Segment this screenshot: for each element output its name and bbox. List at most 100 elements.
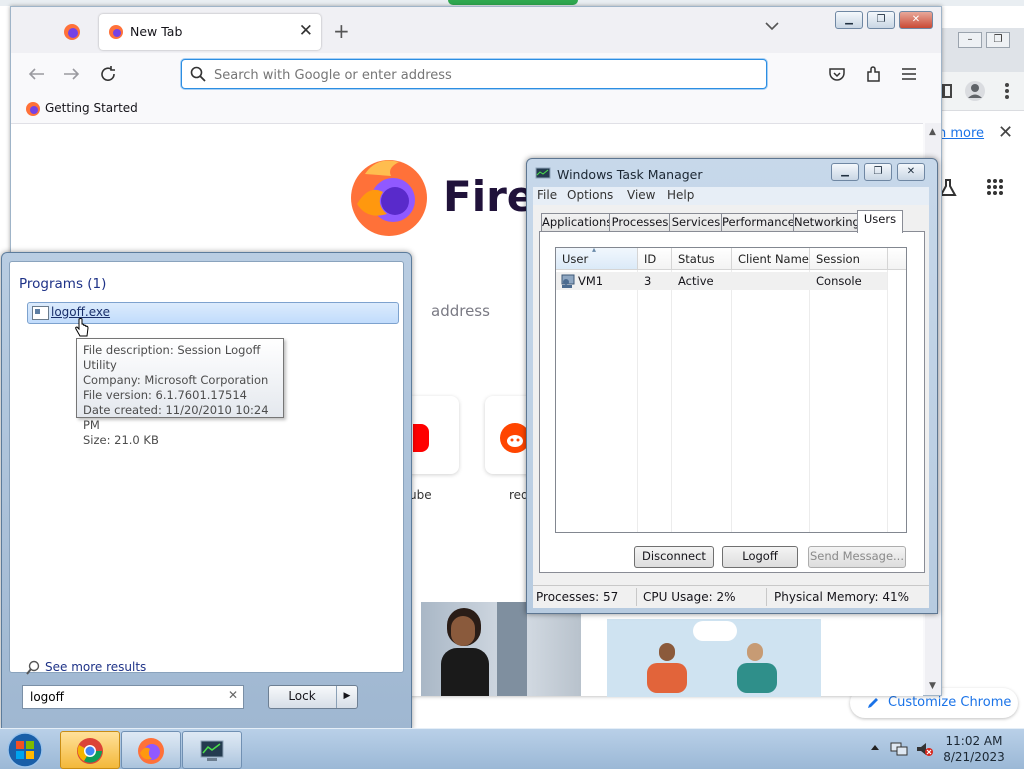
column-divider: [637, 270, 638, 532]
chevron-down-icon[interactable]: [765, 21, 779, 31]
address-bar[interactable]: [181, 59, 767, 89]
customize-chrome-label: Customize Chrome: [888, 695, 1012, 710]
menu-view[interactable]: View: [627, 188, 655, 202]
chrome-maximize-button[interactable]: ❐: [986, 32, 1010, 48]
window-title: Windows Task Manager: [557, 167, 703, 182]
pinned-tab[interactable]: [47, 15, 97, 49]
shutdown-options-arrow-icon[interactable]: ▶: [336, 686, 357, 708]
file-tooltip: File description: Session Logoff Utility…: [76, 338, 284, 447]
menu-file[interactable]: File: [537, 188, 557, 202]
extensions-puzzle-icon[interactable]: [865, 65, 883, 83]
task-manager-icon: [535, 167, 551, 179]
disconnect-button[interactable]: Disconnect: [634, 546, 714, 568]
task-manager-window-controls: ▁ ❐ ✕: [831, 163, 931, 181]
tab-performance[interactable]: Performance: [721, 213, 795, 232]
start-search-box[interactable]: ✕: [22, 685, 244, 709]
users-list[interactable]: User ▴ ID Status Client Name Session VM1…: [555, 247, 907, 533]
status-processes: Processes: 57: [536, 590, 619, 604]
logoff-button[interactable]: Logoff: [722, 546, 798, 568]
taskbar-chrome-button[interactable]: [60, 731, 120, 769]
results-heading: Programs (1): [19, 276, 107, 292]
firefox-logo-icon: [64, 24, 80, 40]
see-more-label: See more results: [45, 660, 147, 674]
start-button[interactable]: [5, 731, 45, 769]
story-image[interactable]: [607, 619, 821, 697]
learn-more-link[interactable]: n more: [938, 126, 984, 141]
column-id[interactable]: ID: [638, 248, 672, 270]
forward-arrow-icon[interactable]: [63, 67, 81, 81]
menu-bar: File Options View Help: [533, 187, 929, 205]
back-arrow-icon[interactable]: [27, 67, 45, 81]
status-divider: [766, 588, 767, 606]
profile-avatar-icon[interactable]: [964, 80, 986, 102]
cell-id: 3: [644, 274, 652, 288]
bookmarks-toolbar: Getting Started: [11, 99, 941, 123]
column-divider: [809, 270, 810, 532]
close-tab-icon[interactable]: ✕: [299, 21, 313, 41]
menu-options[interactable]: Options: [567, 188, 613, 202]
cell-status: Active: [678, 274, 714, 288]
firefox-icon: [138, 738, 164, 764]
close-window-button[interactable]: ✕: [899, 11, 933, 29]
menu-help[interactable]: Help: [667, 188, 694, 202]
taskbar: 11:02 AM 8/21/2023: [0, 728, 1024, 769]
story-image[interactable]: [421, 602, 581, 696]
chrome-minimize-button[interactable]: –: [958, 32, 982, 48]
firefox-logo-icon: [109, 25, 123, 39]
firefox-logo-icon: [26, 102, 40, 116]
hamburger-menu-icon[interactable]: [901, 67, 917, 81]
pocket-icon[interactable]: [829, 67, 845, 81]
tooltip-line: Date created: 11/20/2010 10:24 PM: [83, 403, 269, 432]
column-session[interactable]: Session: [810, 248, 888, 270]
chrome-titlebar: – ❐: [938, 28, 1024, 72]
status-cpu: CPU Usage: 2%: [643, 590, 736, 604]
show-hidden-icons-arrow[interactable]: [870, 743, 880, 751]
chrome-icon: [77, 738, 103, 764]
column-user[interactable]: User ▴: [556, 248, 638, 270]
taskbar-firefox-button[interactable]: [121, 731, 181, 769]
table-row[interactable]: VM1 3 Active Console: [556, 272, 887, 290]
clear-search-icon[interactable]: ✕: [228, 688, 238, 702]
bookmark-getting-started[interactable]: Getting Started: [25, 101, 138, 117]
send-message-button: Send Message...: [808, 546, 906, 568]
close-icon[interactable]: ✕: [998, 122, 1013, 143]
start-search-input[interactable]: [28, 688, 222, 706]
tab-services[interactable]: Services: [669, 213, 723, 232]
minimize-button[interactable]: ▁: [831, 163, 859, 181]
cell-session: Console: [816, 274, 862, 288]
hand-cursor-icon: [75, 318, 89, 337]
restore-button[interactable]: ❐: [867, 11, 895, 29]
chrome-menu-icon[interactable]: [1004, 82, 1010, 100]
tab-new-tab[interactable]: New Tab ✕: [99, 14, 321, 50]
tab-users[interactable]: Users: [857, 210, 903, 233]
address-input[interactable]: [212, 63, 756, 87]
result-label[interactable]: logoff.exe: [51, 305, 110, 319]
taskbar-clock[interactable]: 11:02 AM 8/21/2023: [942, 733, 1006, 765]
taskbar-task-manager-button[interactable]: [182, 731, 242, 769]
network-icon[interactable]: [890, 741, 908, 757]
start-menu-results: Programs (1) logoff.exe File description…: [9, 261, 404, 676]
users-panel: User ▴ ID Status Client Name Session VM1…: [539, 231, 925, 573]
task-manager-body: Applications Processes Services Performa…: [533, 205, 929, 608]
search-box-hint[interactable]: address: [431, 302, 490, 320]
tab-applications[interactable]: Applications: [541, 213, 612, 232]
reload-icon[interactable]: [99, 65, 117, 83]
column-status[interactable]: Status: [672, 248, 732, 270]
google-apps-icon[interactable]: [986, 178, 1004, 196]
status-bar: Processes: 57 CPU Usage: 2% Physical Mem…: [533, 585, 929, 608]
column-divider: [671, 270, 672, 532]
tooltip-line: File description: Session Logoff Utility: [83, 343, 261, 372]
tooltip-line: Company: Microsoft Corporation: [83, 373, 269, 387]
close-window-button[interactable]: ✕: [897, 163, 925, 181]
maximize-button[interactable]: ❐: [864, 163, 892, 181]
see-more-results-link[interactable]: See more results: [25, 660, 146, 676]
minimize-button[interactable]: ▁: [835, 11, 863, 29]
task-manager-window: Windows Task Manager ▁ ❐ ✕ File Options …: [526, 158, 938, 614]
column-divider: [731, 270, 732, 532]
lock-button[interactable]: Lock ▶: [268, 685, 358, 709]
volume-muted-icon[interactable]: [916, 741, 934, 757]
new-tab-button[interactable]: +: [333, 19, 350, 43]
column-client-name[interactable]: Client Name: [732, 248, 810, 270]
tab-networking[interactable]: Networking: [793, 213, 860, 232]
tab-processes[interactable]: Processes: [609, 213, 671, 232]
